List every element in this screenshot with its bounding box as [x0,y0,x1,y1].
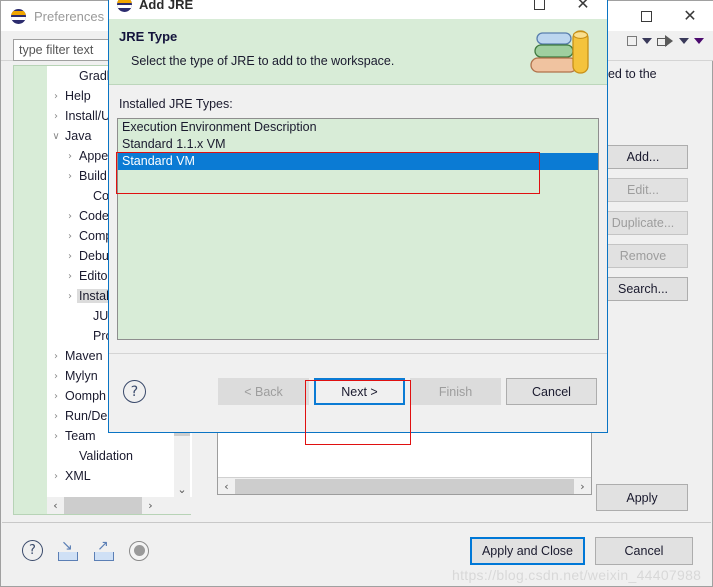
apply-and-close-button[interactable]: Apply and Close [469,537,585,565]
import-tray-shape [58,551,78,561]
next-button[interactable]: Next > [314,378,405,405]
export-tray-shape [94,551,114,561]
tree-scroll-down-icon[interactable]: ⌄ [174,480,190,498]
remove-button: Remove [598,244,688,268]
preferences-title: Preferences [34,8,105,24]
jre-type-list[interactable]: Execution Environment Description Standar… [117,118,599,340]
restore-defaults-icon[interactable] [129,540,149,561]
cancel-button[interactable]: Cancel [506,378,597,405]
edit-button: Edit... [598,178,688,202]
preferences-footer: ? ↘ ↗ Apply and Close Cancel https://blo… [2,522,711,585]
finish-button: Finish [410,378,501,405]
dialog-footer: ? < Back Next > Finish Cancel [109,353,607,432]
chevron-icon[interactable]: › [63,251,77,262]
duplicate-button: Duplicate... [598,211,688,235]
banner-heading: JRE Type [119,29,178,44]
dialog-maximize-icon [533,0,545,10]
jre-table-scroll-right-icon[interactable]: › [574,480,591,493]
tree-scroll-left-icon[interactable]: ‹ [47,499,64,512]
jre-table-scroll-left-icon[interactable]: ‹ [218,480,235,493]
chevron-icon[interactable]: › [63,151,77,162]
installed-types-label: Installed JRE Types: [119,97,233,111]
help-icon[interactable]: ? [22,540,43,561]
tree-horizontal-scrollbar[interactable]: ‹ › [47,497,192,514]
add-button[interactable]: Add... [598,145,688,169]
tree-item-label: Help [65,89,91,103]
footer-icon-group: ? ↘ ↗ [22,537,149,561]
books-icon [530,30,589,74]
chevron-icon[interactable]: › [49,391,63,402]
pane-description: ded to the [601,67,657,81]
navigation-icons [627,35,704,47]
dialog-close-button[interactable]: ✕ [561,0,605,19]
export-arrow-glyph: ↗ [97,537,109,554]
chevron-icon[interactable]: › [49,411,63,422]
dialog-eclipse-icon [117,0,132,12]
chevron-icon[interactable]: › [49,351,63,362]
chevron-icon[interactable]: › [63,291,77,302]
tree-item-label: Mylyn [65,369,98,383]
tree-item-label: Team [65,429,96,443]
tree-item-validation[interactable]: Validation [47,446,192,466]
banner-subtext: Select the type of JRE to add to the wor… [131,54,395,68]
tree-item-label: Maven [65,349,103,363]
apply-button[interactable]: Apply [596,484,688,511]
chevron-icon[interactable]: › [63,231,77,242]
dialog-title: Add JRE [139,0,194,12]
chevron-icon[interactable]: › [49,471,63,482]
watermark: https://blog.csdn.net/weixin_44407988 [452,567,702,583]
dialog-close-icon: ✕ [576,0,590,13]
screenshot-root: Preferences ✕ type filter text Gradle › He… [0,0,713,587]
tree-item-label: Validation [79,449,133,463]
chevron-icon[interactable]: › [49,111,63,122]
dialog-help-icon[interactable]: ? [123,380,146,403]
chevron-icon[interactable]: › [49,431,63,442]
chevron-icon[interactable]: › [49,371,63,382]
jre-table-hscroll-thumb[interactable] [235,478,574,494]
tree-item-xml[interactable]: › XML [47,466,192,486]
chevron-icon[interactable]: ∨ [49,131,63,142]
maximize-button[interactable] [624,1,668,31]
chevron-icon[interactable]: › [63,271,77,282]
footer-buttons: Apply and Close Cancel [469,537,693,565]
jre-side-buttons: Add... Edit... Duplicate... Remove Search... [598,145,688,301]
import-arrow-glyph: ↘ [61,537,73,554]
back-button: < Back [218,378,309,405]
jre-table-horizontal-scrollbar[interactable]: ‹ › [218,477,591,494]
dialog-buttons: < Back Next > Finish Cancel [218,378,597,405]
jre-type-list-item[interactable]: Standard 1.1.x VM [118,136,598,153]
close-icon: ✕ [683,6,697,25]
chevron-down-icon-forward[interactable] [679,38,689,44]
forward-arrow-icon[interactable] [657,35,674,47]
maximize-icon [640,10,652,22]
cancel-button[interactable]: Cancel [595,537,693,565]
dialog-body: Installed JRE Types: Execution Environme… [109,85,607,353]
jre-type-list-item[interactable]: Execution Environment Description [118,119,598,136]
history-box-icon[interactable] [627,36,637,46]
tree-hscroll-thumb[interactable] [64,497,142,514]
dialog-banner: JRE Type Select the type of JRE to add t… [109,19,607,85]
export-icon[interactable]: ↗ [93,537,115,561]
filter-placeholder: type filter text [19,43,94,57]
tree-item-label: XML [65,469,91,483]
search-button[interactable]: Search... [598,277,688,301]
add-jre-dialog: Add JRE ✕ JRE Type Select the type of JR… [108,0,608,433]
dialog-titlebar: Add JRE ✕ [109,0,607,19]
chevron-icon[interactable]: › [63,171,77,182]
import-icon[interactable]: ↘ [57,537,79,561]
chevron-icon[interactable]: › [63,211,77,222]
tree-scroll-right-icon[interactable]: › [142,499,159,512]
chevron-down-icon-back[interactable] [642,38,652,44]
chevron-down-icon-menu[interactable] [694,38,704,44]
close-button[interactable]: ✕ [668,1,712,31]
eclipse-icon [11,8,26,24]
tree-item-label: Java [65,129,92,143]
tree-item-label: Oomph [65,389,106,403]
jre-type-list-item[interactable]: Standard VM [118,153,598,170]
dialog-window-buttons: ✕ [517,0,605,19]
chevron-icon[interactable]: › [49,91,63,102]
dialog-maximize-button[interactable] [517,0,561,19]
restore-defaults-dot [133,545,145,556]
